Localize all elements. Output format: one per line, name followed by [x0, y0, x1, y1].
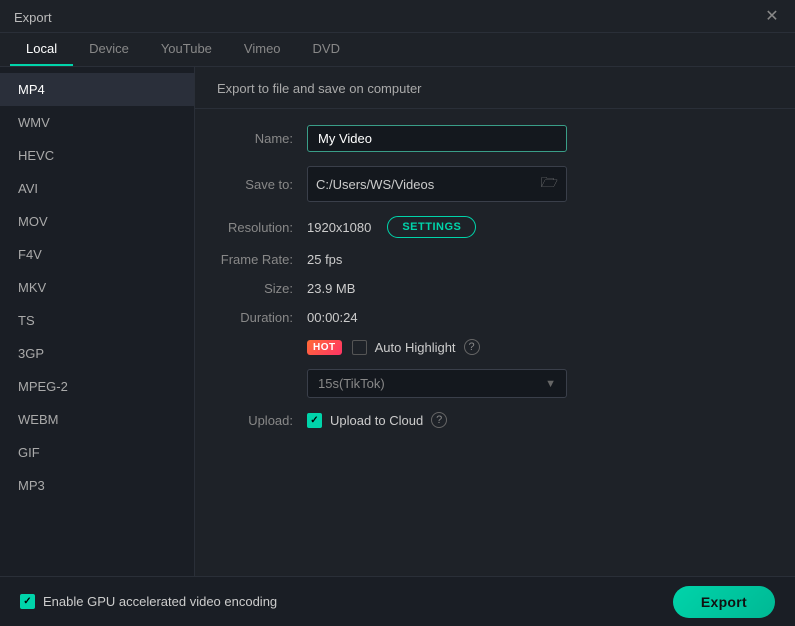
frame-rate-value: 25 fps [307, 252, 342, 267]
size-value: 23.9 MB [307, 281, 355, 296]
duration-label: Duration: [217, 310, 307, 325]
sidebar-item-ts[interactable]: TS [0, 304, 194, 337]
auto-highlight-checkbox[interactable] [352, 340, 367, 355]
upload-cloud-checkbox-label[interactable]: Upload to Cloud [307, 413, 423, 428]
auto-highlight-help-icon[interactable]: ? [464, 339, 480, 355]
upload-row: Upload: Upload to Cloud ? [217, 412, 773, 428]
content-panel: Export to file and save on computer Name… [195, 67, 795, 613]
sidebar: MP4 WMV HEVC AVI MOV F4V MKV TS 3GP MPEG… [0, 67, 195, 613]
name-label: Name: [217, 131, 307, 146]
settings-button[interactable]: SETTINGS [387, 216, 476, 238]
close-button[interactable]: ✕ [763, 8, 781, 26]
frame-rate-label: Frame Rate: [217, 252, 307, 267]
tab-local[interactable]: Local [10, 33, 73, 66]
upload-cloud-checkbox[interactable] [307, 413, 322, 428]
sidebar-item-mov[interactable]: MOV [0, 205, 194, 238]
dropdown-arrow-icon: ▼ [545, 378, 556, 390]
window-title: Export [14, 10, 52, 25]
sidebar-item-mp4[interactable]: MP4 [0, 73, 194, 106]
sidebar-item-mkv[interactable]: MKV [0, 271, 194, 304]
duration-row: Duration: 00:00:24 [217, 310, 773, 325]
frame-rate-row: Frame Rate: 25 fps [217, 252, 773, 267]
sidebar-item-mpeg2[interactable]: MPEG-2 [0, 370, 194, 403]
upload-cloud-text: Upload to Cloud [330, 413, 423, 428]
size-row: Size: 23.9 MB [217, 281, 773, 296]
save-to-row: Save to: C:/Users/WS/Videos 🗁 [217, 166, 773, 202]
folder-icon[interactable]: 🗁 [541, 172, 558, 196]
title-bar: Export ✕ [0, 0, 795, 33]
gpu-label-text: Enable GPU accelerated video encoding [43, 594, 277, 609]
duration-value: 00:00:24 [307, 310, 358, 325]
hot-badge: HOT [307, 340, 342, 355]
save-path-field[interactable]: C:/Users/WS/Videos 🗁 [307, 166, 567, 202]
auto-highlight-checkbox-label[interactable]: Auto Highlight [352, 340, 456, 355]
tab-vimeo[interactable]: Vimeo [228, 33, 297, 66]
sidebar-item-3gp[interactable]: 3GP [0, 337, 194, 370]
resolution-row: Resolution: 1920x1080 SETTINGS [217, 216, 773, 238]
sidebar-item-avi[interactable]: AVI [0, 172, 194, 205]
form-area: Name: Save to: C:/Users/WS/Videos 🗁 Reso… [195, 109, 795, 613]
resolution-label: Resolution: [217, 220, 307, 235]
sidebar-item-gif[interactable]: GIF [0, 436, 194, 469]
bottom-bar: Enable GPU accelerated video encoding Ex… [0, 576, 795, 626]
sidebar-item-f4v[interactable]: F4V [0, 238, 194, 271]
auto-highlight-row: HOT Auto Highlight ? [217, 339, 773, 355]
tab-dvd[interactable]: DVD [297, 33, 356, 66]
sidebar-item-hevc[interactable]: HEVC [0, 139, 194, 172]
tab-device[interactable]: Device [73, 33, 145, 66]
sidebar-item-wmv[interactable]: WMV [0, 106, 194, 139]
name-row: Name: [217, 125, 773, 152]
gpu-checkbox-label[interactable]: Enable GPU accelerated video encoding [20, 594, 277, 609]
dropdown-value: 15s(TikTok) [318, 376, 385, 391]
save-path-text: C:/Users/WS/Videos [316, 177, 535, 192]
resolution-value-group: 1920x1080 SETTINGS [307, 216, 476, 238]
upload-cloud-help-icon[interactable]: ? [431, 412, 447, 428]
tiktok-dropdown[interactable]: 15s(TikTok) ▼ [307, 369, 567, 398]
name-input[interactable] [307, 125, 567, 152]
auto-highlight-text: Auto Highlight [375, 340, 456, 355]
tab-youtube[interactable]: YouTube [145, 33, 228, 66]
save-to-label: Save to: [217, 177, 307, 192]
resolution-value: 1920x1080 [307, 220, 371, 235]
export-header: Export to file and save on computer [195, 67, 795, 109]
gpu-encoding-label: Enable GPU accelerated video encoding [20, 594, 277, 609]
upload-label: Upload: [217, 413, 307, 428]
tab-bar: Local Device YouTube Vimeo DVD [0, 33, 795, 67]
size-label: Size: [217, 281, 307, 296]
auto-highlight-group: HOT Auto Highlight ? [307, 339, 480, 355]
dropdown-row: 15s(TikTok) ▼ [217, 369, 773, 398]
sidebar-item-mp3[interactable]: MP3 [0, 469, 194, 502]
export-button[interactable]: Export [673, 586, 775, 618]
main-layout: MP4 WMV HEVC AVI MOV F4V MKV TS 3GP MPEG… [0, 67, 795, 613]
sidebar-item-webm[interactable]: WEBM [0, 403, 194, 436]
upload-cloud-group: Upload to Cloud ? [307, 412, 447, 428]
gpu-checkbox[interactable] [20, 594, 35, 609]
